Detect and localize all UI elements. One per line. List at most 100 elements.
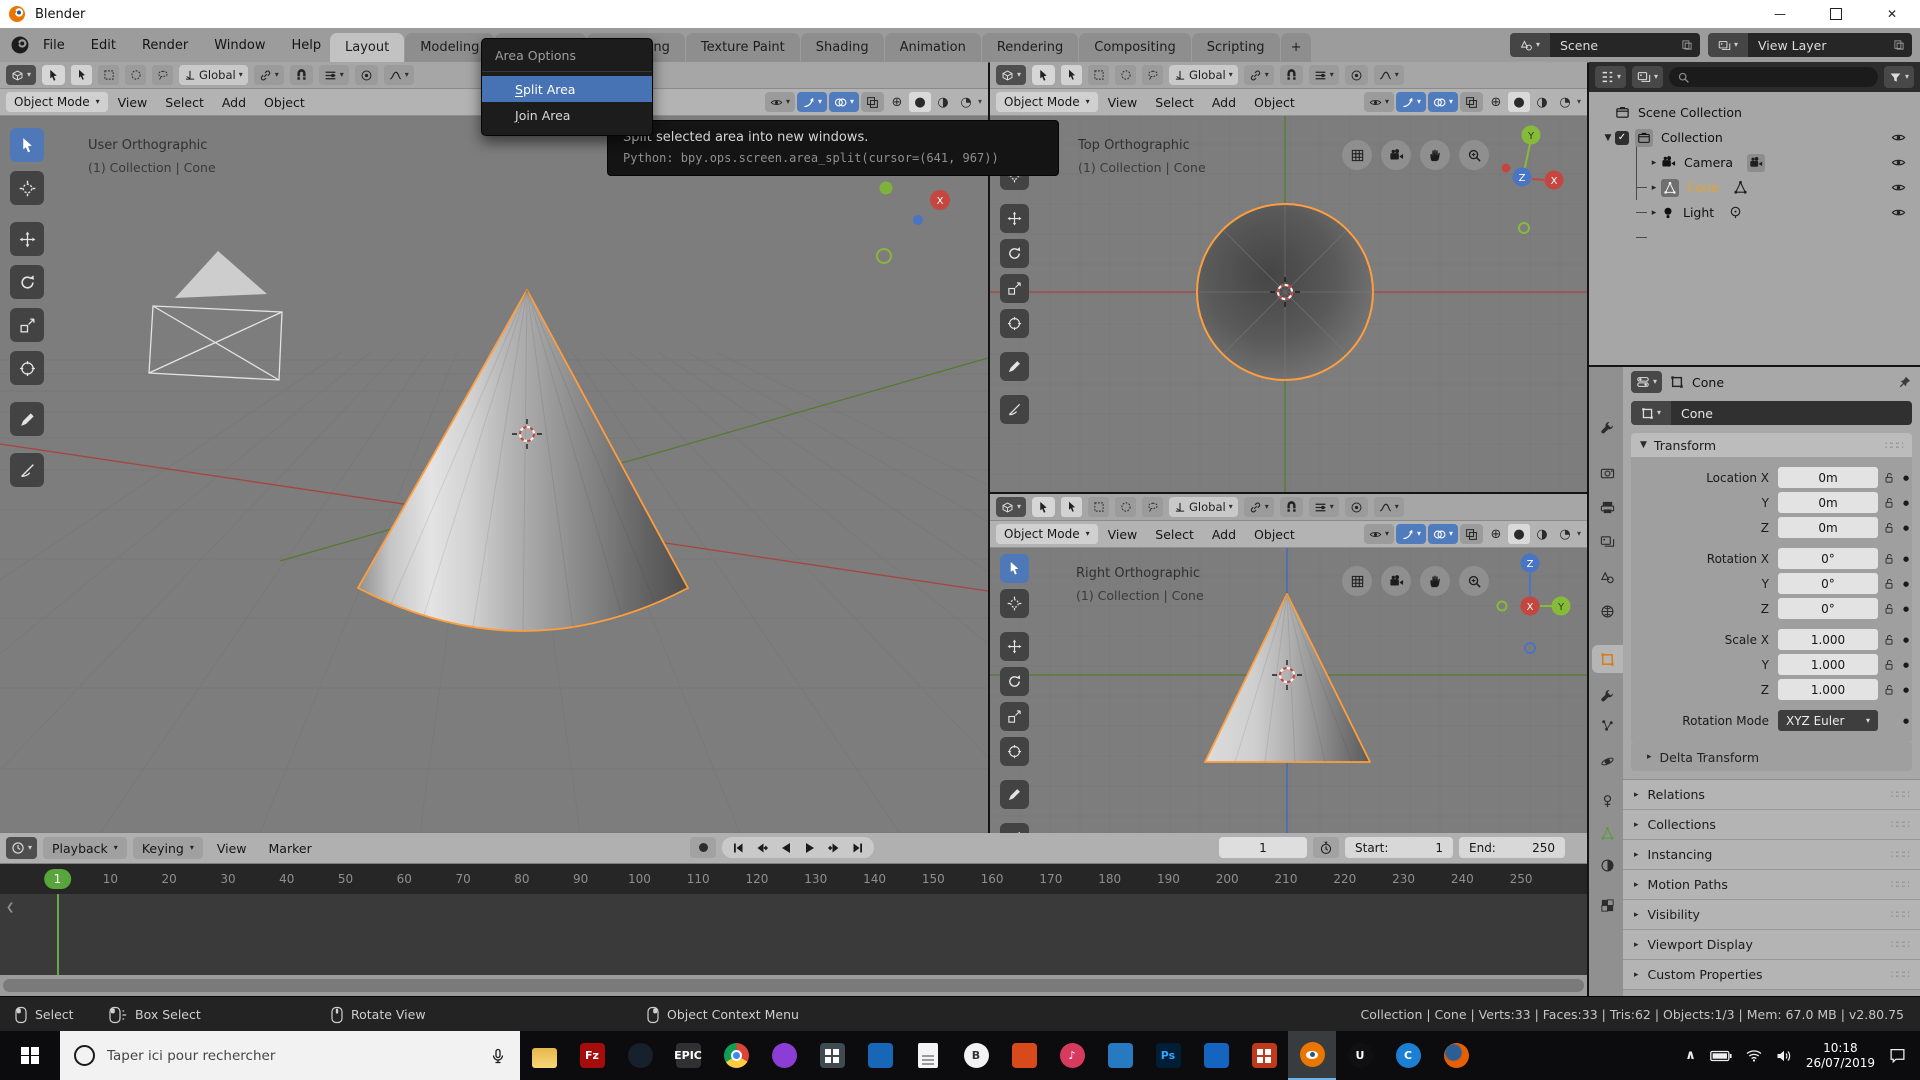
viewport-right-orthographic[interactable]: ▾Global▾▾▾▾Object Mode▾ViewSelectAddObje… [990,494,1587,833]
tool-move-button[interactable] [1000,632,1029,661]
select-mode-tweak[interactable] [71,65,92,85]
xray-toggle[interactable] [1460,524,1483,544]
tool-transform-button[interactable] [1000,737,1029,766]
selectability-dropdown[interactable]: ▾ [1364,92,1394,112]
outliner-editor-type-button[interactable]: ▾ [1595,66,1626,88]
lock-icon[interactable] [1878,684,1900,696]
playback-menu[interactable]: Playback▾ [43,837,127,859]
animate-dot-icon[interactable]: ● [1900,605,1912,613]
nav-grid-button[interactable] [1342,566,1372,596]
animate-dot-icon[interactable]: ● [1900,524,1912,532]
delta-transform-row[interactable]: ▸Delta Transform [1631,743,1912,771]
tool-measure-button[interactable] [1000,823,1029,833]
maximize-button[interactable] [1808,0,1864,28]
nav-grid-button[interactable] [1342,140,1372,170]
close-button[interactable]: ✕ [1864,0,1920,28]
taskbar-app-circle-b-app[interactable]: B [952,1031,1000,1080]
viewport-menu-select[interactable]: Select [1147,527,1202,542]
lock-icon[interactable] [1878,578,1900,590]
tool-scale-button[interactable] [1000,702,1029,731]
view-layer-name-field[interactable]: View Layer [1748,33,1886,57]
minimize-button[interactable]: — [1752,0,1808,28]
orientation-dropdown[interactable]: Global▾ [1169,65,1238,85]
drag-handle-icon[interactable]: ∷∷∷ [1891,788,1909,801]
tool-cursor-3d-button[interactable] [1000,589,1029,618]
selectability-dropdown[interactable]: ▾ [765,92,795,112]
value-field[interactable]: 0° [1778,573,1878,594]
active-tool-icon[interactable] [1032,65,1055,85]
jump-to-end-button[interactable] [846,837,870,858]
shading-material-icon[interactable]: ◑ [1531,524,1553,544]
keying-menu[interactable]: Keying▾ [133,837,203,859]
tab-compositing[interactable]: Compositing [1079,33,1191,62]
tool-measure-button[interactable] [1000,395,1029,424]
taskbar-app-filezilla[interactable]: Fz [568,1031,616,1080]
snap-with-dropdown[interactable]: ▾ [319,65,349,85]
select-mode-circle[interactable] [1115,497,1136,517]
taskbar-app-calculator[interactable] [808,1031,856,1080]
ruler-tick-110[interactable]: 110 [687,864,710,894]
shading-wireframe-icon[interactable]: ⊕ [886,92,908,112]
tab-layout[interactable]: Layout [330,33,404,62]
taskbar-app-chrome[interactable] [712,1031,760,1080]
animate-dot-icon[interactable]: ● [1900,474,1912,482]
select-mode-box[interactable] [98,65,119,85]
nav-zoom-button[interactable] [1459,566,1489,596]
gizmo-toggle-dropdown[interactable]: ▾ [1396,92,1426,112]
ruler-tick-140[interactable]: 140 [863,864,886,894]
ruler-tick-130[interactable]: 130 [804,864,827,894]
ruler-tick-240[interactable]: 240 [1451,864,1474,894]
section-collections[interactable]: ▸Collections∷∷∷ [1623,810,1920,840]
section-motion-paths[interactable]: ▸Motion Paths∷∷∷ [1623,870,1920,900]
collapse-icon[interactable]: ❮ [6,902,14,913]
taskbar-app-unity[interactable]: U [1336,1031,1384,1080]
ruler-tick-80[interactable]: 80 [514,864,529,894]
proportional-editing-toggle[interactable] [355,65,378,85]
timeline-tracks[interactable]: ❮ [0,894,1587,975]
tool-rotate-button[interactable] [1000,239,1029,268]
taskbar-app-cyberlink[interactable]: C [1384,1031,1432,1080]
xray-toggle[interactable] [1460,92,1483,112]
ruler-tick-60[interactable]: 60 [397,864,412,894]
editor-type-button[interactable]: ▾ [996,65,1026,85]
mode-dropdown[interactable]: Object Mode▾ [6,92,108,112]
value-field[interactable]: 0m [1778,492,1878,513]
taskbar-app-epic-games[interactable]: EPIC [664,1031,712,1080]
viewport-user-canvas[interactable]: X [0,114,988,833]
volume-icon[interactable] [1776,1049,1792,1063]
drag-handle-icon[interactable]: ∷∷∷ [1891,818,1909,831]
hide-eye-icon[interactable] [1891,155,1906,170]
ruler-tick-250[interactable]: 250 [1510,864,1533,894]
animate-dot-icon[interactable]: ● [1900,499,1912,507]
new-scene-button[interactable] [1674,33,1700,57]
lock-icon[interactable] [1878,522,1900,534]
marker-menu[interactable]: Marker [261,841,320,856]
expand-icon[interactable]: ▼ [1601,133,1615,143]
viewport-menu-object[interactable]: Object [256,95,313,110]
proportional-editing-toggle[interactable] [1345,65,1368,85]
play-button[interactable] [798,837,822,858]
taskbar-app-steam[interactable] [616,1031,664,1080]
properties-tab-particles[interactable] [1592,711,1623,739]
viewport-menu-add[interactable]: Add [1204,95,1244,110]
taskbar-app-orange-app[interactable] [1000,1031,1048,1080]
properties-editor-type-button[interactable]: ▾ [1631,371,1662,393]
view-layer-browse-button[interactable]: ▾ [1708,33,1748,57]
outliner-display-mode-button[interactable]: ▾ [1632,66,1663,88]
ruler-tick-100[interactable]: 100 [628,864,651,894]
properties-tab-render[interactable] [1592,459,1623,487]
tool-select-button[interactable] [1000,554,1029,583]
ruler-tick-10[interactable]: 10 [103,864,118,894]
light-data-icon[interactable] [1728,205,1743,220]
taskbar-app-firefox[interactable] [1432,1031,1480,1080]
value-field[interactable]: 0m [1778,467,1878,488]
tool-move-button[interactable] [1000,204,1029,233]
properties-tab-output[interactable] [1592,493,1623,521]
drag-handle-icon[interactable]: ∷∷∷ [1891,908,1909,921]
value-field[interactable]: 0m [1778,517,1878,538]
tool-transform-button[interactable] [1000,309,1029,338]
tool-annotate-button[interactable] [1000,780,1029,809]
outliner-row-collection[interactable]: ▼ ✓ Collection [1589,125,1920,150]
taskbar-app-photoshop[interactable]: Ps [1144,1031,1192,1080]
current-frame-field[interactable]: 1 [1219,837,1307,858]
